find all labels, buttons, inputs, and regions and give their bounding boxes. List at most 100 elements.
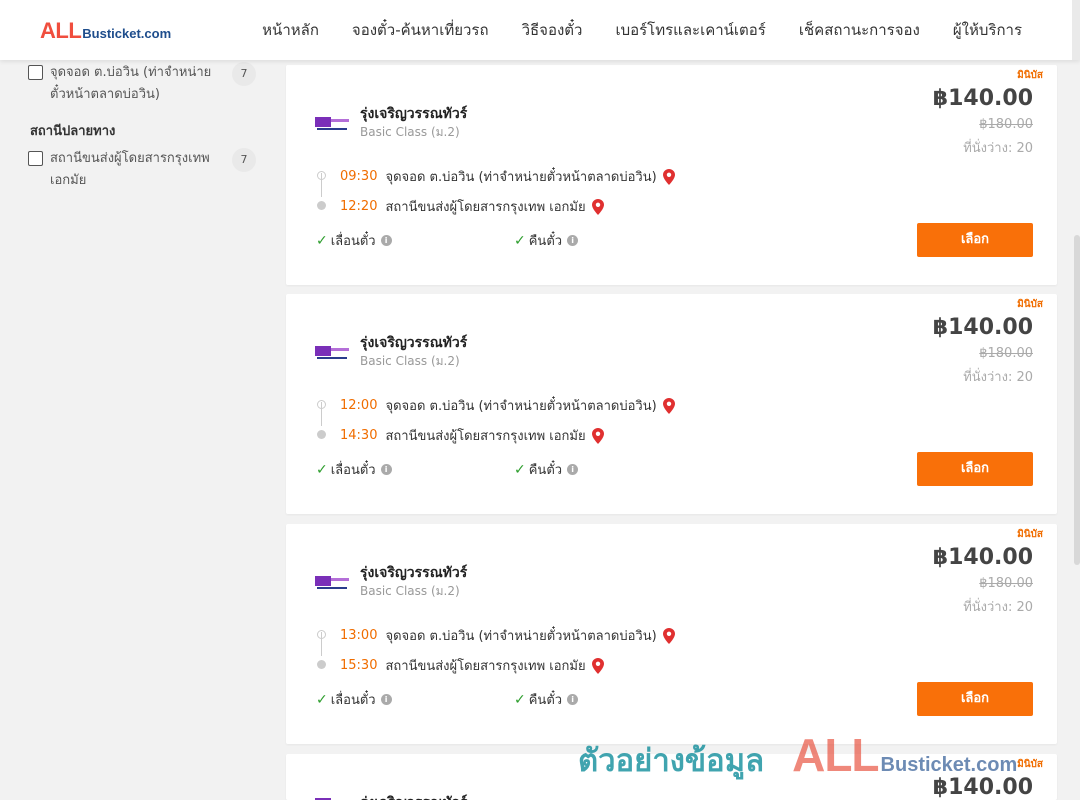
reschedule-feature: ✓ เลื่อนตั๋ว i — [316, 689, 392, 710]
nav-operators[interactable]: ผู้ให้บริการ — [953, 18, 1022, 42]
site-logo[interactable]: ALL Busticket.com — [40, 18, 171, 44]
refund-feature: ✓ คืนตั๋ว i — [514, 230, 579, 251]
reschedule-feature: ✓ เลื่อนตั๋ว i — [316, 230, 392, 251]
map-pin-icon[interactable] — [591, 427, 604, 444]
refund-feature: ✓ คืนตั๋ว i — [514, 459, 579, 480]
arrival-stop: สถานีขนส่งผู้โดยสารกรุงเทพ เอกมัย — [385, 659, 586, 674]
header-scrollbar — [1072, 0, 1080, 60]
operator-logo — [315, 798, 331, 800]
reschedule-label: เลื่อนตั๋ว — [330, 234, 376, 249]
trip-card: มินิบัส รุ่งเจริญวรรณทัวร์ Basic Class (… — [286, 65, 1057, 285]
refund-label: คืนตั๋ว — [528, 463, 563, 478]
original-price: ฿180.00 — [979, 576, 1033, 591]
ticket-price: ฿140.00 — [932, 86, 1033, 111]
reschedule-feature: ✓ เลื่อนตั๋ว i — [316, 459, 392, 480]
departure-stop: จุดจอด ต.บ่อวิน (ท่าจำหน่ายตั๋วหน้าตลาดบ… — [385, 629, 657, 644]
map-pin-icon[interactable] — [591, 198, 604, 215]
operator-name: รุ่งเจริญวรรณทัวร์ — [360, 565, 468, 581]
arrival-time: 12:20 — [340, 199, 378, 214]
ticket-price: ฿140.00 — [932, 315, 1033, 340]
check-icon: ✓ — [514, 691, 526, 708]
trip-card: มินิบัส รุ่งเจริญวรรณทัวร์ Basic Class (… — [286, 294, 1057, 514]
arrival-row: 12:20 สถานีขนส่งผู้โดยสารกรุงเทพ เอกมัย — [340, 196, 604, 217]
destination-section-title: สถานีปลายทาง — [30, 124, 116, 139]
check-icon: ✓ — [316, 691, 328, 708]
operator-logo — [315, 346, 349, 359]
info-icon[interactable]: i — [567, 694, 579, 705]
departure-row: 12:00 จุดจอด ต.บ่อวิน (ท่าจำหน่ายตั๋วหน้… — [340, 395, 675, 416]
arrival-dot — [317, 201, 326, 210]
check-icon: ✓ — [514, 461, 526, 478]
operator-logo — [315, 117, 349, 130]
page-scrollbar[interactable] — [1074, 235, 1080, 565]
original-price: ฿180.00 — [979, 346, 1033, 361]
departure-time: 13:00 — [340, 628, 378, 643]
filter-sidebar: จุดจอด ต.บ่อวิน (ท่าจำหน่ายตั๋วหน้าตลาดบ… — [0, 60, 270, 800]
logo-domain-text: Busticket.com — [82, 26, 172, 41]
info-icon[interactable]: i — [567, 235, 579, 246]
nav-home[interactable]: หน้าหลัก — [262, 18, 319, 42]
route-line — [321, 632, 322, 656]
origin-filter-option[interactable]: จุดจอด ต.บ่อวิน (ท่าจำหน่ายตั๋วหน้าตลาดบ… — [28, 62, 256, 106]
original-price: ฿180.00 — [979, 117, 1033, 132]
departure-stop: จุดจอด ต.บ่อวิน (ท่าจำหน่ายตั๋วหน้าตลาดบ… — [385, 399, 657, 414]
vehicle-type-badge: มินิบัส — [1017, 759, 1043, 770]
arrival-dot — [317, 430, 326, 439]
destination-filter-count: 7 — [232, 148, 256, 172]
departure-time: 09:30 — [340, 169, 378, 184]
trip-card: มินิบัส รุ่งเจริญวรรณทัวร์ Basic Class (… — [286, 524, 1057, 744]
map-pin-icon[interactable] — [662, 397, 675, 414]
select-trip-button[interactable]: เลือก — [917, 223, 1033, 257]
checkbox-icon[interactable] — [28, 65, 43, 80]
refund-feature: ✓ คืนตั๋ว i — [514, 689, 579, 710]
operator-name: รุ่งเจริญวรรณทัวร์ — [360, 792, 467, 800]
ticket-price: ฿140.00 — [932, 775, 1033, 800]
arrival-time: 14:30 — [340, 428, 378, 443]
origin-filter-count: 7 — [232, 62, 256, 86]
map-pin-icon[interactable] — [662, 627, 675, 644]
vehicle-type-badge: มินิบัส — [1017, 70, 1043, 81]
seats-available: ที่นั่งว่าง: 20 — [963, 141, 1033, 156]
logo-all-text: ALL — [40, 18, 82, 43]
origin-filter-label: จุดจอด ต.บ่อวิน (ท่าจำหน่ายตั๋วหน้าตลาดบ… — [50, 65, 212, 102]
checkbox-icon[interactable] — [28, 151, 43, 166]
check-icon: ✓ — [316, 461, 328, 478]
arrival-stop: สถานีขนส่งผู้โดยสารกรุงเทพ เอกมัย — [385, 200, 586, 215]
operator-logo — [315, 576, 349, 589]
departure-row: 13:00 จุดจอด ต.บ่อวิน (ท่าจำหน่ายตั๋วหน้… — [340, 625, 675, 646]
select-trip-button[interactable]: เลือก — [917, 682, 1033, 716]
bus-class: Basic Class (ม.2) — [360, 125, 460, 139]
check-icon: ✓ — [316, 232, 328, 249]
seats-available: ที่นั่งว่าง: 20 — [963, 370, 1033, 385]
arrival-time: 15:30 — [340, 658, 378, 673]
arrival-row: 14:30 สถานีขนส่งผู้โดยสารกรุงเทพ เอกมัย — [340, 425, 604, 446]
arrival-row: 15:30 สถานีขนส่งผู้โดยสารกรุงเทพ เอกมัย — [340, 655, 604, 676]
refund-label: คืนตั๋ว — [528, 234, 563, 249]
departure-row: 09:30 จุดจอด ต.บ่อวิน (ท่าจำหน่ายตั๋วหน้… — [340, 166, 675, 187]
info-icon[interactable]: i — [380, 464, 392, 475]
select-trip-button[interactable]: เลือก — [917, 452, 1033, 486]
info-icon[interactable]: i — [567, 464, 579, 475]
reschedule-label: เลื่อนตั๋ว — [330, 693, 376, 708]
map-pin-icon[interactable] — [591, 657, 604, 674]
nav-book-search[interactable]: จองตั๋ว-ค้นหาเที่ยวรถ — [352, 18, 489, 42]
check-icon: ✓ — [514, 232, 526, 249]
nav-check-booking[interactable]: เช็คสถานะการจอง — [799, 18, 920, 42]
bus-class: Basic Class (ม.2) — [360, 354, 460, 368]
seats-available: ที่นั่งว่าง: 20 — [963, 600, 1033, 615]
vehicle-type-badge: มินิบัส — [1017, 299, 1043, 310]
info-icon[interactable]: i — [380, 235, 392, 246]
operator-name: รุ่งเจริญวรรณทัวร์ — [360, 106, 468, 122]
destination-filter-option[interactable]: สถานีขนส่งผู้โดยสารกรุงเทพ เอกมัย 7 — [28, 148, 256, 192]
refund-label: คืนตั๋ว — [528, 693, 563, 708]
ticket-price: ฿140.00 — [932, 545, 1033, 570]
vehicle-type-badge: มินิบัส — [1017, 529, 1043, 540]
nav-how-to-book[interactable]: วิธีจองตั๋ว — [522, 18, 583, 42]
arrival-dot — [317, 660, 326, 669]
main-nav: หน้าหลัก จองตั๋ว-ค้นหาเที่ยวรถ วิธีจองตั… — [229, 0, 1022, 60]
route-line — [321, 173, 322, 197]
departure-time: 12:00 — [340, 398, 378, 413]
info-icon[interactable]: i — [380, 694, 392, 705]
map-pin-icon[interactable] — [662, 168, 675, 185]
nav-contact-counters[interactable]: เบอร์โทรและเคาน์เตอร์ — [615, 18, 765, 42]
